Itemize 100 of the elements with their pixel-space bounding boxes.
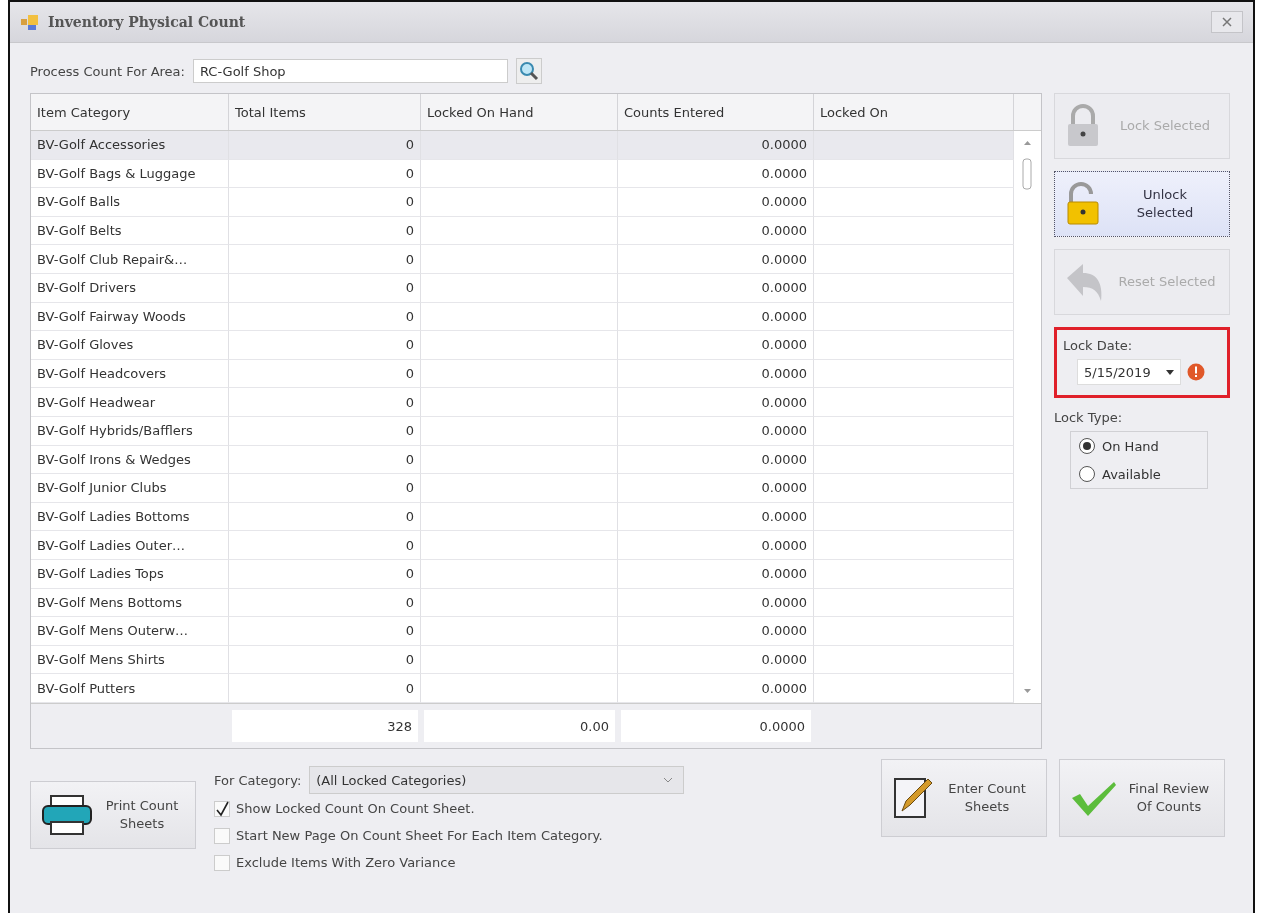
area-label: Process Count For Area:: [30, 63, 185, 79]
table-cell: 0.0000: [618, 531, 814, 560]
category-label: For Category:: [214, 772, 302, 788]
table-cell: BV-Golf Bags & Luggage: [31, 159, 229, 189]
table-cell: 0: [229, 388, 421, 417]
radio-option[interactable]: Available: [1079, 466, 1199, 482]
table-cell: 0: [229, 216, 421, 246]
table-cell: 0.0000: [618, 474, 814, 503]
table-cell: BV-Golf Gloves: [31, 331, 229, 360]
column-header[interactable]: Locked On: [814, 94, 1014, 130]
grid-row[interactable]: BV-Golf Mens Outerw… 0 0.0000: [31, 617, 1014, 646]
dropdown-caret-icon: [1166, 369, 1174, 375]
radio-option[interactable]: On Hand: [1079, 438, 1199, 454]
grid-row[interactable]: BV-Golf Ladies Outer… 0 0.0000: [31, 531, 1014, 560]
table-cell: 0.0000: [618, 445, 814, 475]
grid-row[interactable]: BV-Golf Mens Bottoms 0 0.0000: [31, 588, 1014, 618]
action-button[interactable]: Final Review Of Counts: [1059, 759, 1225, 837]
table-cell: 0.0000: [618, 245, 814, 274]
table-cell: BV-Golf Mens Shirts: [31, 645, 229, 675]
table-cell: 0.0000: [618, 331, 814, 360]
area-field[interactable]: RC-Golf Shop: [192, 59, 508, 83]
date-field[interactable]: 5/15/2019: [1077, 359, 1181, 385]
table-cell: 0: [229, 588, 421, 618]
print-button[interactable]: Print Count Sheets: [30, 781, 196, 849]
table-cell: 0: [229, 331, 421, 360]
table-cell: 0: [229, 645, 421, 675]
table-cell: 0: [229, 416, 421, 446]
table-cell: 0.0000: [618, 502, 814, 532]
table-cell: 0.0000: [618, 388, 814, 417]
table-cell: BV-Golf Club Repair&…: [31, 245, 229, 274]
table-cell: 0: [229, 359, 421, 389]
checkbox-option[interactable]: Show Locked Count On Count Sheet.: [214, 795, 685, 822]
table-cell: 0: [229, 188, 421, 217]
grid-row[interactable]: BV-Golf Mens Shirts 0 0.0000: [31, 645, 1014, 675]
checkbox[interactable]: [214, 854, 230, 871]
table-cell: 0.0000: [618, 131, 814, 160]
grid-row[interactable]: BV-Golf Junior Clubs 0 0.0000: [31, 474, 1014, 503]
table-cell: BV-Golf Hybrids/Bafflers: [31, 416, 229, 446]
radio-button[interactable]: [1079, 438, 1095, 454]
table-cell: BV-Golf Belts: [31, 216, 229, 246]
table-cell: BV-Golf Putters: [31, 674, 229, 703]
search-button[interactable]: [515, 58, 542, 84]
grid-row[interactable]: BV-Golf Drivers 0 0.0000: [31, 273, 1014, 303]
table-cell: BV-Golf Irons & Wedges: [31, 445, 229, 475]
total-cell: 0.0000: [621, 710, 811, 742]
category-dropdown[interactable]: (All Locked Categories): [309, 766, 685, 794]
total-cell: 0.00: [424, 710, 615, 742]
column-header[interactable]: Total Items: [229, 94, 421, 130]
table-cell: BV-Golf Accessories: [31, 131, 229, 160]
table-cell: 0.0000: [618, 645, 814, 675]
printer-icon: [41, 794, 93, 836]
grid-row[interactable]: BV-Golf Bags & Luggage 0 0.0000: [31, 159, 1014, 189]
table-cell: BV-Golf Ladies Tops: [31, 559, 229, 589]
total-cell: 328: [232, 710, 418, 742]
app-icon: [20, 13, 40, 31]
lock-date-label: Lock Date:: [1063, 338, 1134, 353]
table-cell: BV-Golf Mens Outerw…: [31, 617, 229, 646]
table-cell: 0: [229, 559, 421, 589]
table-cell: 0: [229, 617, 421, 646]
checkbox-option[interactable]: Exclude Items With Zero Variance: [214, 849, 685, 876]
table-cell: 0: [229, 445, 421, 475]
side-button[interactable]: Unlock Selected: [1054, 171, 1230, 237]
checkbox-option[interactable]: Start New Page On Count Sheet For Each Item Category.: [214, 822, 685, 849]
table-cell: 0: [229, 531, 421, 560]
grid-row[interactable]: BV-Golf Ladies Tops 0 0.0000: [31, 559, 1014, 589]
grid-row[interactable]: BV-Golf Irons & Wedges 0 0.0000: [31, 445, 1014, 475]
table-cell: BV-Golf Balls: [31, 188, 229, 217]
table-cell: 0.0000: [618, 559, 814, 589]
column-header[interactable]: Item Category: [31, 94, 229, 130]
table-cell: 0.0000: [618, 674, 814, 703]
table-cell: 0.0000: [618, 302, 814, 332]
table-cell: 0: [229, 159, 421, 189]
table-cell: 0: [229, 273, 421, 303]
table-cell: 0.0000: [618, 159, 814, 189]
action-button[interactable]: Enter Count Sheets: [881, 759, 1047, 837]
checkbox[interactable]: [214, 827, 230, 844]
table-cell: BV-Golf Junior Clubs: [31, 474, 229, 503]
checkbox[interactable]: [214, 800, 230, 817]
grid-row[interactable]: BV-Golf Accessories 0 0.0000: [31, 131, 1014, 160]
grid-row[interactable]: BV-Golf Hybrids/Bafflers 0 0.0000: [31, 416, 1014, 446]
grid-row[interactable]: BV-Golf Headcovers 0 0.0000: [31, 359, 1014, 389]
pencil-page-icon: [892, 775, 932, 821]
grid-row[interactable]: BV-Golf Ladies Bottoms 0 0.0000: [31, 502, 1014, 532]
table-cell: BV-Golf Drivers: [31, 273, 229, 303]
column-header[interactable]: Counts Entered: [618, 94, 814, 130]
grid-row[interactable]: BV-Golf Club Repair&… 0 0.0000: [31, 245, 1014, 274]
radio-button[interactable]: [1079, 466, 1095, 482]
grid-row[interactable]: BV-Golf Belts 0 0.0000: [31, 216, 1014, 246]
grid-row[interactable]: BV-Golf Headwear 0 0.0000: [31, 388, 1014, 417]
column-header[interactable]: Locked On Hand: [421, 94, 618, 130]
close-button[interactable]: [1211, 11, 1243, 33]
grid-row[interactable]: BV-Golf Fairway Woods 0 0.0000: [31, 302, 1014, 332]
table-cell: 0.0000: [618, 416, 814, 446]
table-cell: 0.0000: [618, 216, 814, 246]
grid-row[interactable]: BV-Golf Gloves 0 0.0000: [31, 331, 1014, 360]
chevron-down-icon: [663, 777, 674, 783]
table-cell: 0.0000: [618, 617, 814, 646]
grid-row[interactable]: BV-Golf Putters 0 0.0000: [31, 674, 1014, 703]
warning-icon: [1187, 363, 1205, 381]
grid-row[interactable]: BV-Golf Balls 0 0.0000: [31, 188, 1014, 217]
